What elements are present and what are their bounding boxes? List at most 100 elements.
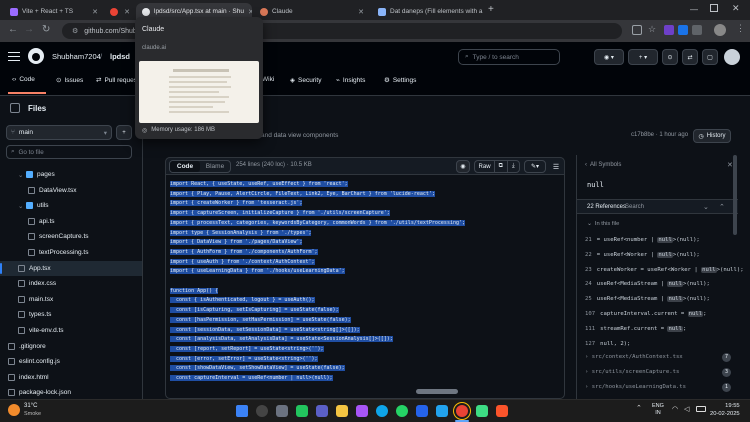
android-studio-icon[interactable] [476, 405, 488, 417]
reference-item[interactable]: 107 captureInterval.current = null; [585, 311, 707, 317]
search-icon[interactable] [256, 405, 268, 417]
references-header[interactable]: 22 References Search ⌄ ⌃ [577, 199, 738, 214]
maximize-button[interactable] [710, 4, 718, 12]
commit-meta[interactable]: c17b8be · 1 hour ago [631, 132, 688, 138]
extension-icon[interactable] [678, 25, 688, 35]
vscode-icon[interactable] [436, 405, 448, 417]
reference-item[interactable]: 21 = useRef<number | null>(null); [585, 237, 700, 243]
code-tab[interactable]: Code [170, 161, 200, 172]
file-reference-group[interactable]: › src/utils/screenCapture.ts 3 [585, 368, 731, 377]
browser-tab[interactable]: Vite + React + TS ✕ [4, 3, 104, 20]
forward-icon[interactable]: → [24, 24, 34, 35]
task-view-icon[interactable] [276, 405, 288, 417]
symbols-panel-icon[interactable]: ☰ [550, 160, 562, 173]
edge-icon[interactable] [376, 405, 388, 417]
collapse-sidebar-icon[interactable] [10, 103, 20, 113]
whatsapp-icon[interactable] [396, 405, 408, 417]
tree-file[interactable]: index.css [0, 276, 142, 291]
copy-icon[interactable]: ⧉ [495, 161, 508, 172]
tree-folder[interactable]: ⌄ utils [0, 198, 142, 213]
weather-temp[interactable]: 31°C [24, 403, 37, 409]
store-icon[interactable] [416, 405, 428, 417]
reference-item[interactable]: 111 streamRef.current = null; [585, 325, 686, 332]
tree-file[interactable]: types.ts [0, 307, 142, 322]
chevron-down-icon[interactable]: ⌄ [18, 202, 26, 210]
repo-name-link[interactable]: lpdsd [110, 52, 130, 61]
copilot-button[interactable]: ◉ ▾ [594, 49, 624, 65]
tree-file[interactable]: .gitignore [0, 339, 142, 354]
add-file-button[interactable]: + [116, 125, 132, 140]
tree-file[interactable]: vite-env.d.ts [0, 323, 142, 338]
tray-overflow-icon[interactable]: ⌃ [636, 404, 642, 412]
download-icon[interactable]: ⤓ [508, 161, 519, 172]
browser-tab[interactable]: ✕ [104, 3, 136, 20]
issues-icon[interactable]: ⊙ [662, 49, 678, 65]
tree-file[interactable]: eslint.config.js [0, 354, 142, 369]
new-tab-button[interactable]: + [488, 4, 494, 15]
close-window-button[interactable]: ✕ [732, 3, 740, 14]
tree-file[interactable]: DataView.tsx [0, 183, 142, 198]
user-avatar[interactable] [724, 49, 740, 65]
history-button[interactable]: ◷ History [693, 129, 731, 143]
browser-menu-icon[interactable]: ⋮ [736, 23, 745, 34]
code-viewer[interactable]: import React, { useState, useRef, useEff… [165, 157, 565, 399]
reference-item[interactable]: 23 createWorker = useRef<Worker | null>(n… [585, 266, 744, 273]
copilot-icon[interactable]: ◉ [456, 160, 470, 173]
bookmark-star-icon[interactable]: ☆ [648, 24, 656, 35]
blame-tab[interactable]: Blame [200, 161, 230, 172]
teams-icon[interactable] [316, 405, 328, 417]
repo-owner-link[interactable]: Shubham7204 [52, 52, 101, 61]
tab-settings[interactable]: ⚙ Settings [384, 76, 416, 85]
reference-item[interactable]: 25 useRef<MediaStream | null>(null); [585, 296, 710, 303]
tab-insights[interactable]: ⌁ Insights [336, 76, 365, 85]
tree-file[interactable]: App.tsx [0, 260, 142, 276]
github-logo-icon[interactable] [28, 48, 44, 64]
file-reference-group[interactable]: › src/context/AuthContext.tsx 7 [585, 353, 731, 362]
widgets-icon[interactable] [296, 405, 308, 417]
brave-icon[interactable] [496, 405, 508, 417]
edit-pencil-icon[interactable]: ✎▾ [524, 160, 546, 173]
close-icon[interactable]: ✕ [124, 8, 130, 16]
file-reference-group[interactable]: › src/hooks/useLearningData.ts 1 [585, 383, 731, 392]
search-input[interactable]: ⌕ Type / to search [458, 49, 560, 65]
pull-requests-icon[interactable]: ⇄ [682, 49, 698, 65]
clock[interactable]: 19:55 20-02-2025 [710, 403, 740, 418]
tab-code[interactable]: ‹› Code [12, 76, 35, 83]
puzzle-icon[interactable] [692, 25, 702, 35]
horizontal-scrollbar[interactable] [416, 389, 458, 394]
go-to-file-input[interactable]: ⌕ Go to file [6, 145, 132, 159]
chevron-down-icon[interactable]: ⌄ [18, 171, 26, 179]
browser-tab[interactable]: Dat daneps (Fill elements with a ✕ [372, 3, 484, 20]
wifi-icon[interactable]: ◠ [672, 405, 678, 413]
tree-file[interactable]: textProcessing.ts [0, 245, 142, 260]
branch-selector[interactable]: ⑂ main ▾ [6, 125, 112, 140]
volume-icon[interactable]: ◁ [684, 405, 689, 413]
tab-security[interactable]: ◈ Security [290, 76, 321, 85]
browser-tab[interactable]: Claude ✕ [254, 3, 370, 20]
vertical-scrollbar[interactable] [733, 155, 737, 235]
windows-start-icon[interactable] [236, 405, 248, 417]
close-icon[interactable]: ✕ [92, 8, 98, 16]
file-explorer-icon[interactable] [336, 405, 348, 417]
language-indicator[interactable]: ENG IN [652, 403, 664, 417]
commit-message[interactable]: and data view components [261, 132, 338, 139]
tree-file[interactable]: screenCapture.ts [0, 229, 142, 244]
app-icon[interactable] [356, 405, 368, 417]
all-symbols-link[interactable]: ‹ All Symbols [585, 162, 621, 168]
tab-pull-requests[interactable]: ⇄ Pull reques [96, 76, 137, 85]
close-icon[interactable]: ✕ [358, 8, 364, 16]
extension-icon[interactable] [664, 25, 674, 35]
back-icon[interactable]: ← [8, 24, 18, 35]
inbox-icon[interactable]: ▢ [702, 49, 718, 65]
weather-sun-icon[interactable] [8, 404, 20, 416]
reference-item[interactable]: 22 = useRef<Worker | null>(null); [585, 251, 700, 258]
site-info-icon[interactable]: ⚙ [72, 27, 78, 35]
tab-issues[interactable]: ⊙ Issues [56, 76, 83, 85]
reload-icon[interactable]: ↻ [42, 24, 50, 35]
reference-item[interactable]: 127 null, 2); [585, 341, 630, 347]
tree-file[interactable]: api.ts [0, 214, 142, 229]
close-icon[interactable]: ✕ [727, 161, 733, 169]
close-icon[interactable]: ✕ [248, 8, 252, 16]
profile-avatar[interactable] [714, 24, 726, 36]
chevron-up-icon[interactable]: ⌃ [719, 203, 725, 211]
